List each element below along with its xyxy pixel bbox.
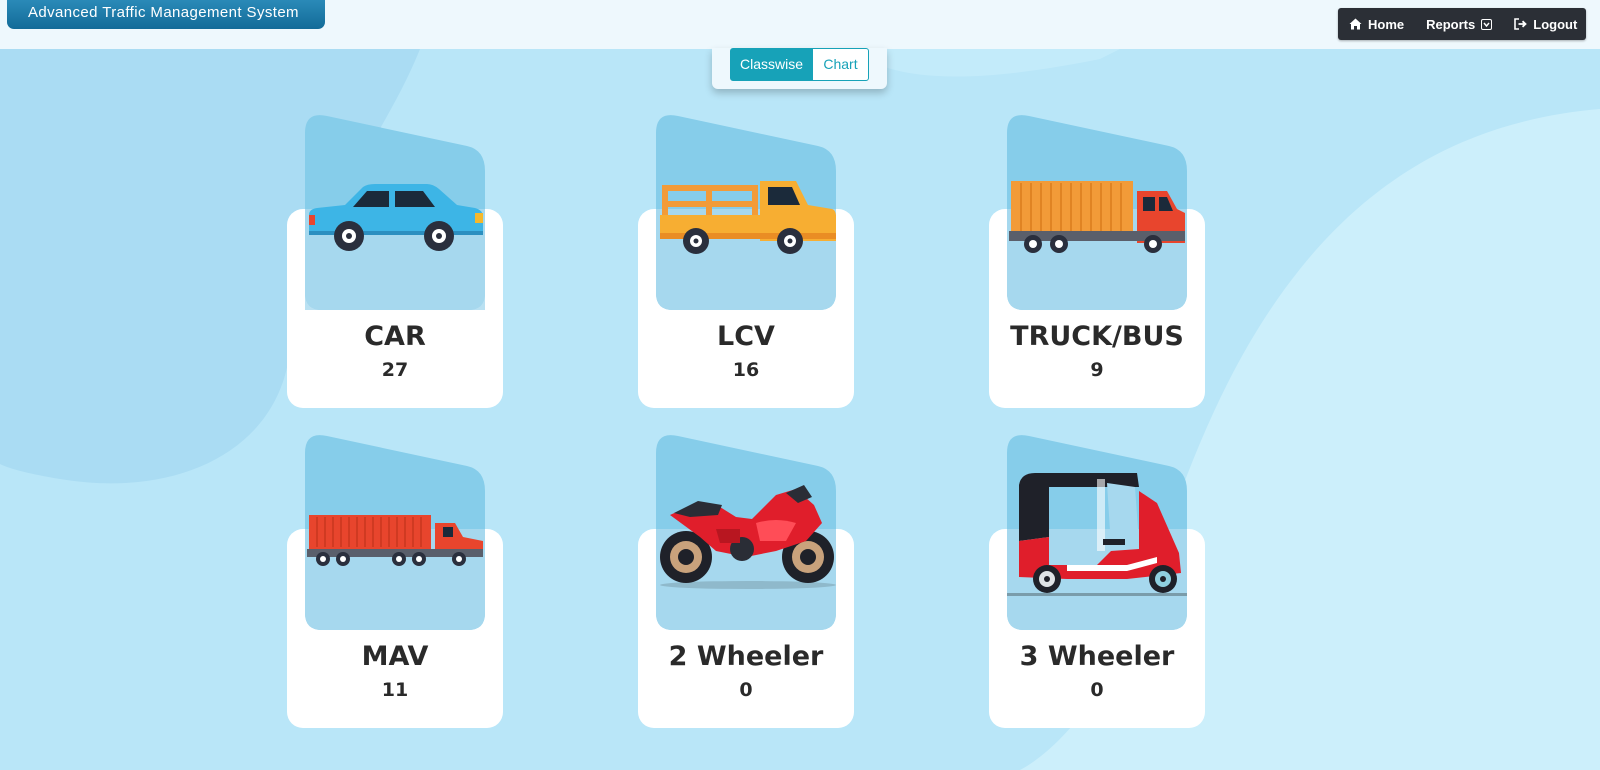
vehicle-card-2-wheeler: 2 Wheeler 0	[638, 433, 854, 728]
main-navbar: Home Reports Logout	[1338, 8, 1586, 40]
nav-reports-dropdown[interactable]: Reports	[1415, 8, 1503, 40]
vehicle-class-label: 3 Wheeler	[1019, 641, 1175, 672]
pickup-truck-icon	[656, 115, 836, 310]
view-toggle-group: Classwise Chart	[712, 48, 887, 89]
logout-icon	[1514, 18, 1528, 30]
nav-logout-label: Logout	[1533, 16, 1578, 32]
nav-home-label: Home	[1368, 16, 1405, 32]
truck-icon	[1007, 115, 1187, 310]
vehicle-class-count: 27	[381, 359, 409, 381]
home-icon	[1349, 18, 1362, 30]
vehicle-class-label: CAR	[364, 321, 426, 352]
vehicle-card-truck-bus: TRUCK/BUS 9	[989, 113, 1205, 408]
nav-home[interactable]: Home	[1338, 8, 1415, 40]
vehicle-class-label: 2 Wheeler	[668, 641, 824, 672]
vehicle-class-count: 0	[1090, 679, 1104, 701]
vehicle-class-label: MAV	[361, 641, 429, 672]
motorcycle-icon	[656, 435, 836, 630]
vehicle-card-car: CAR 27	[287, 113, 503, 408]
vehicle-class-label: TRUCK/BUS	[1010, 321, 1184, 352]
chevron-down-icon	[1481, 18, 1493, 30]
vehicle-class-count: 11	[381, 679, 409, 701]
chart-toggle-button[interactable]: Chart	[812, 48, 869, 81]
car-icon	[305, 115, 485, 310]
vehicle-card-lcv: LCV 16	[638, 113, 854, 408]
auto-rickshaw-icon	[1007, 435, 1187, 630]
vehicle-class-label: LCV	[717, 321, 775, 352]
vehicle-class-count: 16	[732, 359, 760, 381]
app-title: Advanced Traffic Management System	[7, 0, 325, 29]
vehicle-class-count: 0	[739, 679, 753, 701]
vehicle-card-3-wheeler: 3 Wheeler 0	[989, 433, 1205, 728]
vehicle-class-count: 9	[1090, 359, 1104, 381]
trailer-truck-icon	[305, 435, 485, 630]
classwise-toggle-button[interactable]: Classwise	[730, 48, 813, 81]
nav-reports-label: Reports	[1426, 16, 1476, 32]
vehicle-card-mav: MAV 11	[287, 433, 503, 728]
nav-logout[interactable]: Logout	[1503, 8, 1588, 40]
